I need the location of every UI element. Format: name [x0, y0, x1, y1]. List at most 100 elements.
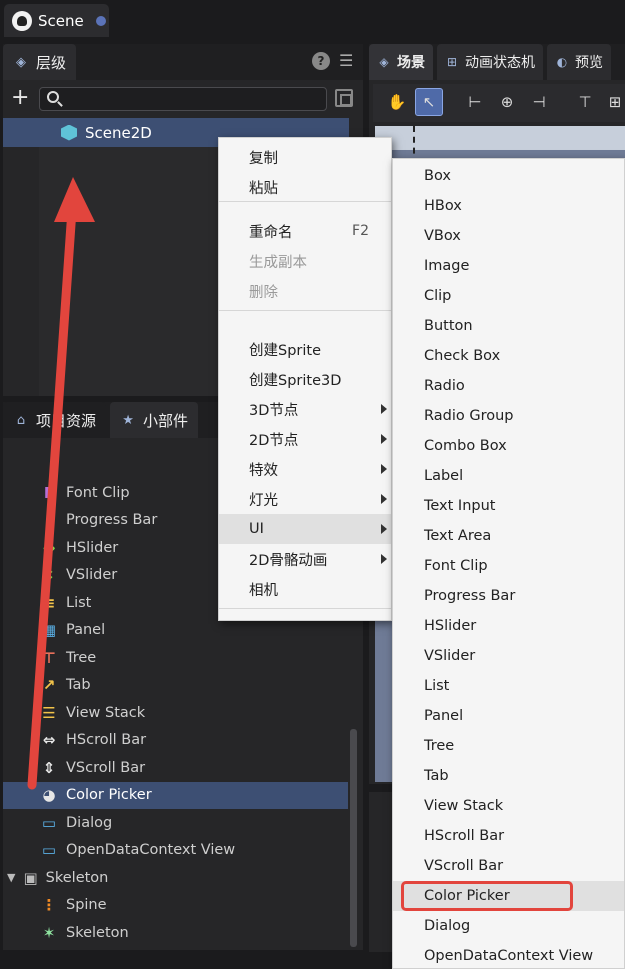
widget-item[interactable]: ☰ View Stack: [3, 699, 348, 726]
tab-hierarchy-label: 层级: [36, 53, 67, 72]
context-menu-item[interactable]: UI: [219, 514, 391, 544]
submenu-item-label: Clip: [424, 288, 452, 304]
tab-label: 预览: [575, 55, 603, 71]
context-menu-item[interactable]: 特效: [219, 454, 391, 484]
ui-submenu-item[interactable]: VScroll Bar: [393, 851, 624, 881]
context-menu-item[interactable]: 2D节点: [219, 424, 391, 454]
ui-submenu-item[interactable]: View Stack: [393, 791, 624, 821]
ui-submenu-item[interactable]: Image: [393, 251, 624, 281]
layers-icon: ◈: [16, 54, 26, 70]
ui-submenu-item[interactable]: Box: [393, 161, 624, 191]
align-top-icon[interactable]: ⊤: [571, 88, 599, 116]
widget-item[interactable]: ⋮ Spine: [3, 892, 348, 919]
star-icon: ★: [122, 412, 134, 428]
widget-label: VScroll Bar: [66, 759, 146, 776]
ui-submenu-item[interactable]: Radio Group: [393, 401, 624, 431]
collapse-all-icon[interactable]: [335, 89, 353, 107]
widget-icon: ⋮: [41, 896, 57, 914]
widget-icon: •: [44, 511, 54, 529]
context-menu-item[interactable]: 粘贴: [219, 172, 391, 202]
tab-label: 动画状态机: [465, 55, 535, 71]
app-logo-icon: [12, 10, 32, 31]
context-menu-item[interactable]: 2D骨骼动画: [219, 544, 391, 574]
add-node-icon[interactable]: +: [11, 87, 29, 109]
menu-item-label: 相机: [249, 582, 278, 599]
context-menu-item[interactable]: 创建Sprite: [219, 334, 391, 364]
ui-submenu-item[interactable]: Clip: [393, 281, 624, 311]
ui-submenu-item[interactable]: Progress Bar: [393, 581, 624, 611]
widget-group-skeleton[interactable]: ▼ ▣ Skeleton: [3, 864, 348, 891]
ui-submenu-item[interactable]: Label: [393, 461, 624, 491]
widget-icon: ⇔: [42, 731, 56, 749]
tab-preview[interactable]: ◐ 预览: [547, 44, 611, 80]
ui-submenu-item[interactable]: OpenDataContext View: [393, 941, 624, 969]
ui-submenu-item[interactable]: Font Clip: [393, 551, 624, 581]
menu-item-label: 创建Sprite3D: [249, 372, 342, 389]
widget-label: Dialog: [66, 814, 113, 831]
widget-list-scrollbar[interactable]: [350, 729, 357, 947]
context-menu-item[interactable]: 创建Sprite3D: [219, 364, 391, 394]
menu-item-shortcut: F2: [352, 223, 369, 239]
align-center-icon[interactable]: ⊕: [493, 88, 521, 116]
scene-document-tab[interactable]: Scene: [4, 4, 109, 37]
ui-submenu-item[interactable]: Tab: [393, 761, 624, 791]
ui-submenu-item[interactable]: Check Box: [393, 341, 624, 371]
widget-label: Color Picker: [66, 787, 152, 803]
tab-hierarchy[interactable]: ◈ 层级: [3, 44, 77, 80]
submenu-item-label: Radio Group: [424, 408, 514, 424]
tab-project-assets[interactable]: ⌂ 项目资源: [3, 402, 107, 438]
ui-submenu-item[interactable]: Dialog: [393, 911, 624, 941]
submenu-item-label: Text Area: [424, 528, 492, 544]
ui-submenu-item[interactable]: Text Area: [393, 521, 624, 551]
hand-tool-icon[interactable]: ✋: [383, 88, 411, 116]
ui-submenu-item[interactable]: Panel: [393, 701, 624, 731]
hierarchy-panel-header: ◈ 层级: [3, 44, 363, 80]
ui-submenu-item[interactable]: Button: [393, 311, 624, 341]
ui-submenu-item[interactable]: HScroll Bar: [393, 821, 624, 851]
tab-widgets[interactable]: ★ 小部件: [110, 402, 199, 438]
widget-item[interactable]: ↗ Tab: [3, 672, 348, 699]
widget-item[interactable]: ⇕ VScroll Bar: [3, 754, 348, 781]
widget-item[interactable]: ◕ Color Picker: [3, 781, 348, 809]
widget-icon: ✶: [42, 923, 56, 942]
ui-submenu-item[interactable]: Tree: [393, 731, 624, 761]
ui-submenu-item[interactable]: VSlider: [393, 641, 624, 671]
menu-item-label: 生成副本: [249, 254, 307, 271]
hierarchy-search-input[interactable]: [39, 87, 327, 111]
ui-submenu-item[interactable]: Radio: [393, 371, 624, 401]
submenu-item-label: Tree: [424, 738, 455, 754]
ui-submenu-item[interactable]: HSlider: [393, 611, 624, 641]
highlight-annotation-box: [401, 881, 573, 911]
tab-scene[interactable]: ◈ 场景: [369, 44, 433, 80]
tab-animation-state-machine[interactable]: ⊞ 动画状态机: [437, 44, 543, 80]
widget-item[interactable]: ✶ Skeleton: [3, 919, 348, 946]
submenu-item-label: View Stack: [424, 798, 504, 814]
widget-item[interactable]: ⊤ Tree: [3, 644, 348, 671]
align-middle-icon[interactable]: ⊞: [601, 88, 625, 116]
widget-icon: ☰: [42, 703, 56, 722]
widget-item[interactable]: ▭ Dialog: [3, 809, 348, 836]
context-menu-item[interactable]: 复制: [219, 142, 391, 172]
align-left-icon[interactable]: ⊢: [461, 88, 489, 116]
submenu-item-label: Radio: [424, 378, 465, 394]
widget-item[interactable]: ▭ OpenDataContext View: [3, 837, 348, 864]
widget-group-label: Skeleton: [45, 869, 109, 886]
context-menu-item[interactable]: 重命名 F2: [219, 216, 391, 246]
menu-item-label: 重命名: [249, 224, 293, 241]
context-menu-item[interactable]: 3D节点: [219, 394, 391, 424]
ui-submenu-item[interactable]: List: [393, 671, 624, 701]
ui-submenu-item[interactable]: Text Input: [393, 491, 624, 521]
ui-submenu-item[interactable]: Combo Box: [393, 431, 624, 461]
align-right-icon[interactable]: ⊣: [525, 88, 553, 116]
help-icon[interactable]: ?: [312, 52, 330, 70]
ui-submenu-item[interactable]: HBox: [393, 191, 624, 221]
panel-menu-icon[interactable]: ☰: [339, 51, 353, 70]
context-menu-item[interactable]: 灯光: [219, 484, 391, 514]
submenu-item-label: Text Input: [424, 498, 496, 514]
context-menu-item[interactable]: 相机: [219, 574, 391, 604]
select-tool-icon[interactable]: ↖: [415, 88, 443, 116]
expand-arrow-icon: ▼: [7, 871, 16, 884]
ui-submenu-item[interactable]: VBox: [393, 221, 624, 251]
widget-label: Font Clip: [66, 484, 130, 501]
widget-item[interactable]: ⇔ HScroll Bar: [3, 727, 348, 754]
